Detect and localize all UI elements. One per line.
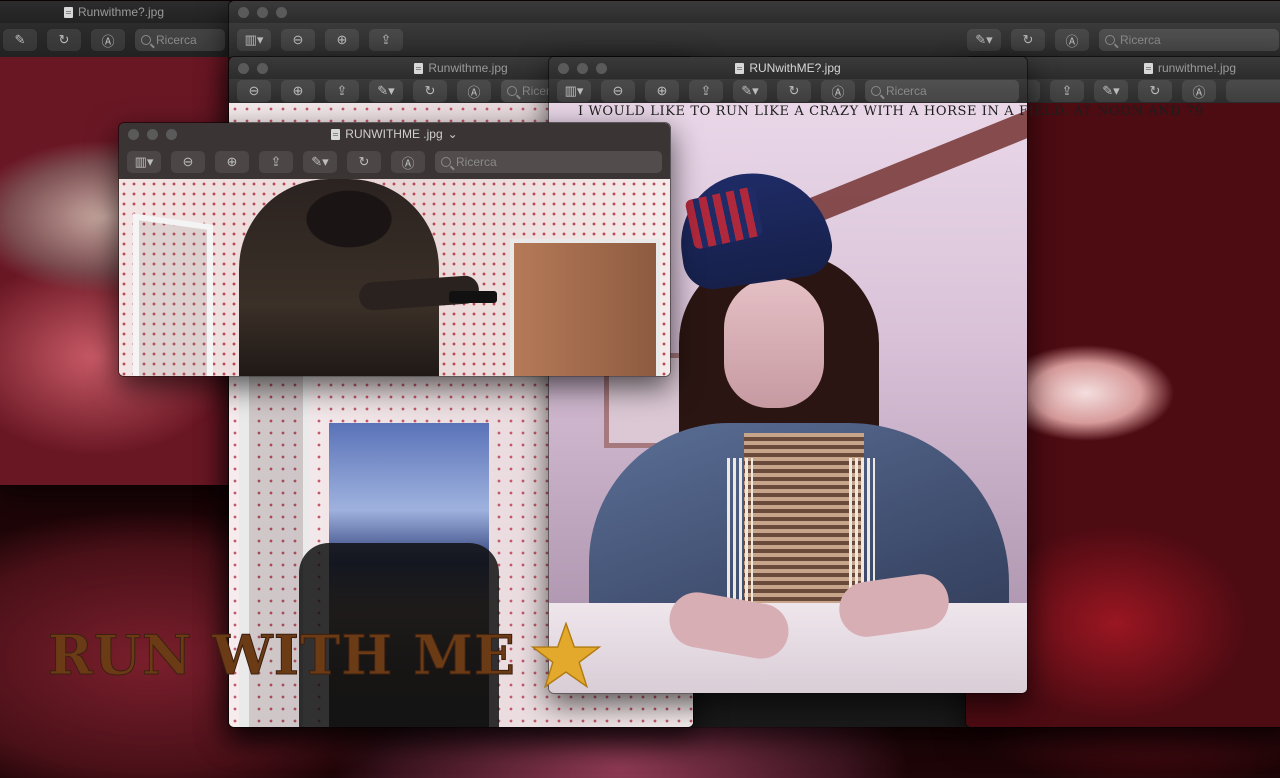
title-bar[interactable]: RUNwithME?.jpg (549, 57, 1027, 79)
brand-logo: RUN WITH ME (48, 622, 602, 688)
search-icon (141, 35, 151, 45)
window-title: RUNwithME?.jpg (749, 61, 841, 75)
minimize-button[interactable] (257, 7, 268, 18)
search-input[interactable]: Ricerca (1099, 29, 1279, 51)
minimize-button[interactable] (257, 63, 268, 74)
zoom-out-icon[interactable]: ⊖ (237, 80, 271, 102)
search-icon (507, 86, 517, 96)
zoom-out-icon[interactable]: ⊖ (171, 151, 205, 173)
overlay-caption: I WOULD LIKE TO RUN LIKE A CRAZY WITH A … (578, 104, 1204, 119)
minimize-button[interactable] (147, 129, 158, 140)
image-content (119, 179, 670, 376)
cabinet-door-right (510, 239, 660, 376)
rotate-icon[interactable]: ↻ (347, 151, 381, 173)
document-icon (735, 62, 745, 74)
search-input[interactable]: Ricerca (865, 80, 1019, 102)
annotate-icon[interactable]: Ⓐ (821, 80, 855, 102)
markup-icon[interactable]: ✎▾ (1094, 80, 1128, 102)
share-icon[interactable]: ⇪ (689, 80, 723, 102)
zoom-in-icon[interactable]: ⊕ (215, 151, 249, 173)
desktop: Runwithme?.jpg ✎ ↻ Ⓐ Ricerca ▥▾ ⊖ ⊕ ⇪ ✎▾… (0, 0, 1280, 778)
window-title: RUNWITHME .jpg (345, 127, 443, 141)
markup-icon[interactable]: ✎ (3, 29, 37, 51)
pistol (449, 291, 497, 303)
rotate-icon[interactable]: ↻ (413, 80, 447, 102)
zoom-out-icon[interactable]: ⊖ (601, 80, 635, 102)
document-icon (63, 6, 73, 18)
markup-icon[interactable]: ✎▾ (303, 151, 337, 173)
annotate-icon[interactable]: Ⓐ (1055, 29, 1089, 51)
search-input[interactable]: Ricerca (135, 29, 225, 51)
toolbar: ▥▾ ⊖ ⊕ ⇪ ✎▾ ↻ Ⓐ Ricerca (119, 145, 670, 179)
zoom-in-icon[interactable]: ⊕ (281, 80, 315, 102)
window-title: Runwithme?.jpg (77, 5, 165, 19)
zoom-button[interactable] (166, 129, 177, 140)
sidebar-toggle-icon[interactable]: ▥▾ (557, 80, 591, 102)
window-title: runwithme!.jpg (1157, 61, 1237, 75)
zoom-button[interactable] (276, 7, 287, 18)
share-icon[interactable]: ⇪ (325, 80, 359, 102)
annotate-icon[interactable]: Ⓐ (391, 151, 425, 173)
share-icon[interactable]: ⇪ (259, 151, 293, 173)
markup-icon[interactable]: ✎▾ (369, 80, 403, 102)
search-icon (871, 86, 881, 96)
sidebar-toggle-icon[interactable]: ▥▾ (127, 151, 161, 173)
zoom-in-icon[interactable]: ⊕ (645, 80, 679, 102)
fringe-left (727, 458, 753, 608)
close-button[interactable] (238, 7, 249, 18)
rotate-icon[interactable]: ↻ (1138, 80, 1172, 102)
star-icon (530, 622, 602, 688)
share-icon[interactable]: ⇪ (369, 29, 403, 51)
toolbar: ▥▾ ⊖ ⊕ ⇪ ✎▾ ↻ Ⓐ Ricerca (549, 79, 1027, 103)
window-title: Runwithme.jpg (428, 61, 508, 75)
close-button[interactable] (128, 129, 139, 140)
search-input[interactable] (1226, 80, 1280, 102)
zoom-button[interactable] (596, 63, 607, 74)
table (549, 603, 1027, 693)
zoom-out-icon[interactable]: ⊖ (281, 29, 315, 51)
search-input[interactable]: Ricerca (435, 151, 662, 173)
search-icon (441, 157, 451, 167)
minimize-button[interactable] (577, 63, 588, 74)
document-icon (414, 62, 424, 74)
document-icon (1143, 62, 1153, 74)
zoom-in-icon[interactable]: ⊕ (325, 29, 359, 51)
face (724, 278, 824, 408)
close-button[interactable] (558, 63, 569, 74)
sidebar-toggle-icon[interactable]: ▥▾ (237, 29, 271, 51)
cabinet-door-left (133, 213, 213, 376)
annotate-icon[interactable]: Ⓐ (91, 29, 125, 51)
annotate-icon[interactable]: Ⓐ (1182, 80, 1216, 102)
toolbar: ✎ ↻ Ⓐ Ricerca (0, 23, 233, 57)
title-bar[interactable]: Runwithme?.jpg (0, 1, 233, 23)
preview-window-gun-scene[interactable]: RUNWITHME .jpg ⌄ ▥▾ ⊖ ⊕ ⇪ ✎▾ ↻ Ⓐ Ricerca (118, 122, 671, 377)
rotate-icon[interactable]: ↻ (777, 80, 811, 102)
rotate-icon[interactable]: ↻ (1011, 29, 1045, 51)
share-icon[interactable]: ⇪ (1050, 80, 1084, 102)
hooded-figure (239, 179, 439, 376)
rotate-icon[interactable]: ↻ (47, 29, 81, 51)
title-bar[interactable] (229, 1, 1280, 23)
chevron-down-icon[interactable]: ⌄ (448, 127, 458, 141)
brand-title: RUN WITH ME (48, 623, 516, 688)
search-icon (1105, 35, 1115, 45)
toolbar: ▥▾ ⊖ ⊕ ⇪ ✎▾ ↻ Ⓐ Ricerca (229, 23, 1280, 57)
document-icon (331, 128, 341, 140)
title-bar[interactable]: RUNWITHME .jpg ⌄ (119, 123, 670, 145)
close-button[interactable] (238, 63, 249, 74)
markup-icon[interactable]: ✎▾ (967, 29, 1001, 51)
markup-icon[interactable]: ✎▾ (733, 80, 767, 102)
annotate-icon[interactable]: Ⓐ (457, 80, 491, 102)
